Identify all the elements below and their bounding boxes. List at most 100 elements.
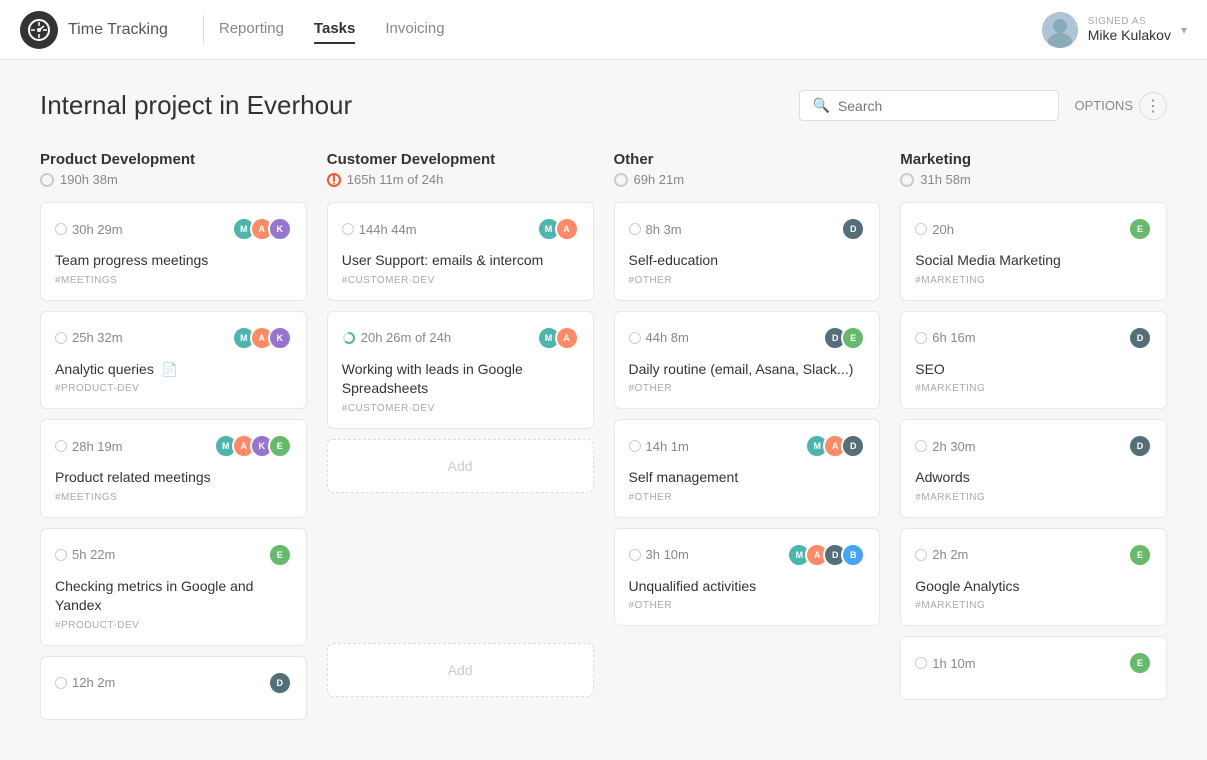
card-top: 20h E xyxy=(915,217,1152,241)
column-total-time: 69h 21m xyxy=(634,172,685,187)
card-avatars: M A D B xyxy=(787,543,865,567)
card-tag: #OTHER xyxy=(629,492,866,503)
card-name: Self-education xyxy=(629,251,866,271)
avatar: E xyxy=(1128,217,1152,241)
card-time-row: 12h 2m xyxy=(55,675,115,690)
card-time: 144h 44m xyxy=(359,222,417,237)
card-top: 30h 29m M A K xyxy=(55,217,292,241)
card-tag: #PRODUCT-DEV xyxy=(55,383,292,394)
card-tag: #MEETINGS xyxy=(55,275,292,286)
card-top: 20h 26m of 24h M A xyxy=(342,326,579,350)
card-top: 8h 3m D xyxy=(629,217,866,241)
card-top: 3h 10m M A D B xyxy=(629,543,866,567)
card-timer-icon xyxy=(55,549,67,561)
card-avatars: M A xyxy=(537,217,579,241)
logo[interactable]: Time Tracking xyxy=(20,11,168,49)
nav-reporting[interactable]: Reporting xyxy=(219,15,284,44)
card-timer-icon xyxy=(629,223,641,235)
card-top: 6h 16m D xyxy=(915,326,1152,350)
card-tag: #MARKETING xyxy=(915,600,1152,611)
card-avatars: D xyxy=(1128,326,1152,350)
card-time: 20h xyxy=(932,222,954,237)
avatar: E xyxy=(1128,651,1152,675)
card-top: 12h 2m D xyxy=(55,671,292,695)
avatar: A xyxy=(555,326,579,350)
search-box[interactable]: 🔍 xyxy=(799,90,1059,121)
card-avatars: M A D xyxy=(805,434,865,458)
more-options-icon[interactable]: ⋮ xyxy=(1139,92,1167,120)
user-menu[interactable]: SIGNED AS Mike Kulakov ▾ xyxy=(1042,12,1187,48)
task-card-cd1[interactable]: 144h 44m M A User Support: emails & inte… xyxy=(327,202,594,301)
card-time: 6h 16m xyxy=(932,330,975,345)
task-card-ot2[interactable]: 44h 8m D E Daily routine (email, Asana, … xyxy=(614,311,881,410)
search-input[interactable] xyxy=(838,98,1047,114)
card-name: Social Media Marketing xyxy=(915,251,1152,271)
task-card-pd1[interactable]: 30h 29m M A K Team progress meetings #ME… xyxy=(40,202,307,301)
user-name: Mike Kulakov xyxy=(1088,27,1171,43)
task-card-pd5[interactable]: 12h 2m D xyxy=(40,656,307,720)
task-card-mk5[interactable]: 1h 10m E xyxy=(900,636,1167,700)
card-time-row: 8h 3m xyxy=(629,222,682,237)
time-circle-icon xyxy=(40,173,54,187)
add-task-button-cd2[interactable]: Add xyxy=(327,643,594,697)
task-card-pd2[interactable]: 25h 32m M A K Analytic queries 📄 #PRODUC… xyxy=(40,311,307,410)
nav-invoicing[interactable]: Invoicing xyxy=(385,15,444,44)
document-icon: 📄 xyxy=(162,362,178,377)
nav-tasks[interactable]: Tasks xyxy=(314,15,355,44)
task-card-mk3[interactable]: 2h 30m D Adwords #MARKETING xyxy=(900,419,1167,518)
budget-warning-icon xyxy=(327,173,341,187)
card-timer-icon xyxy=(55,332,67,344)
card-timer-icon xyxy=(915,332,927,344)
card-tag: #OTHER xyxy=(629,383,866,394)
card-tag: #MARKETING xyxy=(915,383,1152,394)
card-name: Working with leads in Google Spreadsheet… xyxy=(342,360,579,399)
card-time: 30h 29m xyxy=(72,222,123,237)
column-title-customer-dev: Customer Development xyxy=(327,151,594,168)
card-avatars: E xyxy=(268,543,292,567)
card-time: 28h 19m xyxy=(72,439,123,454)
card-time-row: 6h 16m xyxy=(915,330,975,345)
card-time: 2h 2m xyxy=(932,547,968,562)
task-card-ot3[interactable]: 14h 1m M A D Self management #OTHER xyxy=(614,419,881,518)
task-card-pd3[interactable]: 28h 19m M A K E Product related meetings… xyxy=(40,419,307,518)
task-card-cd2[interactable]: 20h 26m of 24h M A Working with leads in… xyxy=(327,311,594,429)
task-card-mk4[interactable]: 2h 2m E Google Analytics #MARKETING xyxy=(900,528,1167,627)
task-card-mk2[interactable]: 6h 16m D SEO #MARKETING xyxy=(900,311,1167,410)
card-avatars: M A K xyxy=(232,217,292,241)
task-card-ot4[interactable]: 3h 10m M A D B Unqualified activities #O… xyxy=(614,528,881,627)
add-task-button-cd[interactable]: Add xyxy=(327,439,594,493)
page-header-right: 🔍 OPTIONS ⋮ xyxy=(799,90,1167,121)
card-tag: #MEETINGS xyxy=(55,492,292,503)
card-name: Analytic queries 📄 xyxy=(55,360,292,380)
card-time-row: 28h 19m xyxy=(55,439,123,454)
avatar: D xyxy=(1128,326,1152,350)
card-time: 2h 30m xyxy=(932,439,975,454)
avatar xyxy=(1042,12,1078,48)
card-top: 1h 10m E xyxy=(915,651,1152,675)
card-top: 2h 2m E xyxy=(915,543,1152,567)
card-avatars: E xyxy=(1128,651,1152,675)
options-button[interactable]: OPTIONS ⋮ xyxy=(1074,92,1167,120)
card-timer-icon xyxy=(629,549,641,561)
card-timer-icon xyxy=(915,440,927,452)
column-title-marketing: Marketing xyxy=(900,151,1167,168)
card-top: 5h 22m E xyxy=(55,543,292,567)
task-card-pd4[interactable]: 5h 22m E Checking metrics in Google and … xyxy=(40,528,307,646)
column-marketing: Marketing 31h 58m 20h E Social Media Mar xyxy=(900,151,1167,730)
card-time-row: 144h 44m xyxy=(342,222,417,237)
task-card-mk1[interactable]: 20h E Social Media Marketing #MARKETING xyxy=(900,202,1167,301)
column-header-product-dev: Product Development 190h 38m xyxy=(40,151,307,187)
user-info: SIGNED AS Mike Kulakov xyxy=(1088,16,1171,43)
card-name: Product related meetings xyxy=(55,468,292,488)
task-card-ot1[interactable]: 8h 3m D Self-education #OTHER xyxy=(614,202,881,301)
chevron-down-icon: ▾ xyxy=(1181,23,1187,37)
card-name: SEO xyxy=(915,360,1152,380)
card-time: 3h 10m xyxy=(646,547,689,562)
page-content: Internal project in Everhour 🔍 OPTIONS ⋮… xyxy=(0,60,1207,760)
card-top: 28h 19m M A K E xyxy=(55,434,292,458)
column-customer-dev: Customer Development 165h 11m of 24h 144… xyxy=(327,151,594,730)
column-title-other: Other xyxy=(614,151,881,168)
card-name: Google Analytics xyxy=(915,577,1152,597)
column-header-marketing: Marketing 31h 58m xyxy=(900,151,1167,187)
card-top: 44h 8m D E xyxy=(629,326,866,350)
